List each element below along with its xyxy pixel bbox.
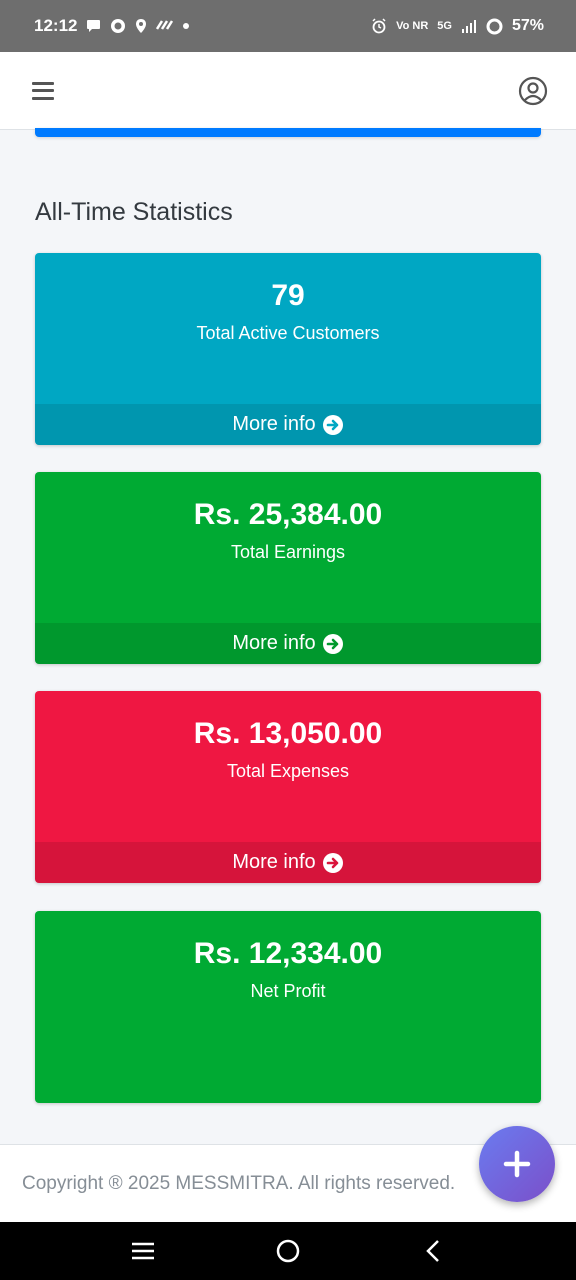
app-icon: [156, 20, 174, 30]
card-net-profit: Rs. 12,334.00 Net Profit: [35, 911, 541, 1103]
volte-label: Vo NR: [396, 20, 429, 32]
arrow-circle-right-icon: [322, 633, 343, 654]
home-button[interactable]: [268, 1231, 308, 1271]
more-info-link[interactable]: More info: [35, 842, 541, 883]
signal-icon: [461, 20, 476, 33]
back-icon: [426, 1240, 440, 1262]
app-header: [0, 52, 576, 130]
card-total-active-customers: 79 Total Active Customers More info: [35, 253, 541, 445]
more-info-label: More info: [232, 413, 316, 435]
recent-apps-icon: [131, 1242, 154, 1260]
card-label: Total Active Customers: [196, 323, 380, 343]
status-bar: 12:12 Vo NR 5G 57%: [0, 0, 576, 52]
section-title: All-Time Statistics: [35, 198, 233, 226]
recent-apps-button[interactable]: [123, 1231, 163, 1271]
status-left: 12:12: [34, 16, 190, 36]
arrow-circle-right-icon: [322, 852, 343, 873]
network-label: 5G: [437, 20, 452, 32]
card-total-expenses: Rs. 13,050.00 Total Expenses More info: [35, 691, 541, 883]
dot-icon: [183, 23, 190, 29]
copyright-text: Copyright ® 2025 MESSMITRA. All rights r…: [22, 1172, 456, 1194]
battery-ring-icon: [486, 18, 503, 34]
card-label: Net Profit: [250, 981, 326, 1001]
alarm-icon: [372, 18, 386, 34]
more-info-link[interactable]: More info: [35, 404, 541, 445]
status-right: Vo NR 5G 57%: [371, 17, 544, 35]
add-fab-button[interactable]: [479, 1126, 555, 1202]
more-info-link[interactable]: More info: [35, 623, 541, 664]
back-button[interactable]: [413, 1231, 453, 1271]
home-icon: [276, 1239, 300, 1263]
system-nav-bar: [0, 1222, 576, 1280]
more-info-label: More info: [232, 632, 316, 654]
card-value: Rs. 25,384.00: [193, 498, 383, 531]
location-icon: [136, 19, 147, 33]
whatsapp-icon: [111, 19, 126, 33]
card-value: 79: [271, 279, 305, 312]
card-label: Total Expenses: [226, 761, 350, 781]
status-time: 12:12: [34, 16, 78, 35]
hamburger-menu-icon[interactable]: [32, 81, 54, 100]
plus-icon: [503, 1150, 531, 1178]
more-info-label: More info: [232, 851, 316, 873]
card-total-earnings: Rs. 25,384.00 Total Earnings More info: [35, 472, 541, 664]
arrow-circle-right-icon: [322, 414, 343, 435]
chat-bubble-icon: [87, 20, 101, 32]
card-label: Total Earnings: [230, 542, 346, 562]
card-value: Rs. 13,050.00: [193, 717, 383, 750]
blue-card-edge: [35, 128, 541, 137]
card-value: Rs. 12,334.00: [193, 937, 383, 970]
battery-level: 57%: [511, 17, 544, 34]
user-account-icon[interactable]: [518, 76, 548, 106]
